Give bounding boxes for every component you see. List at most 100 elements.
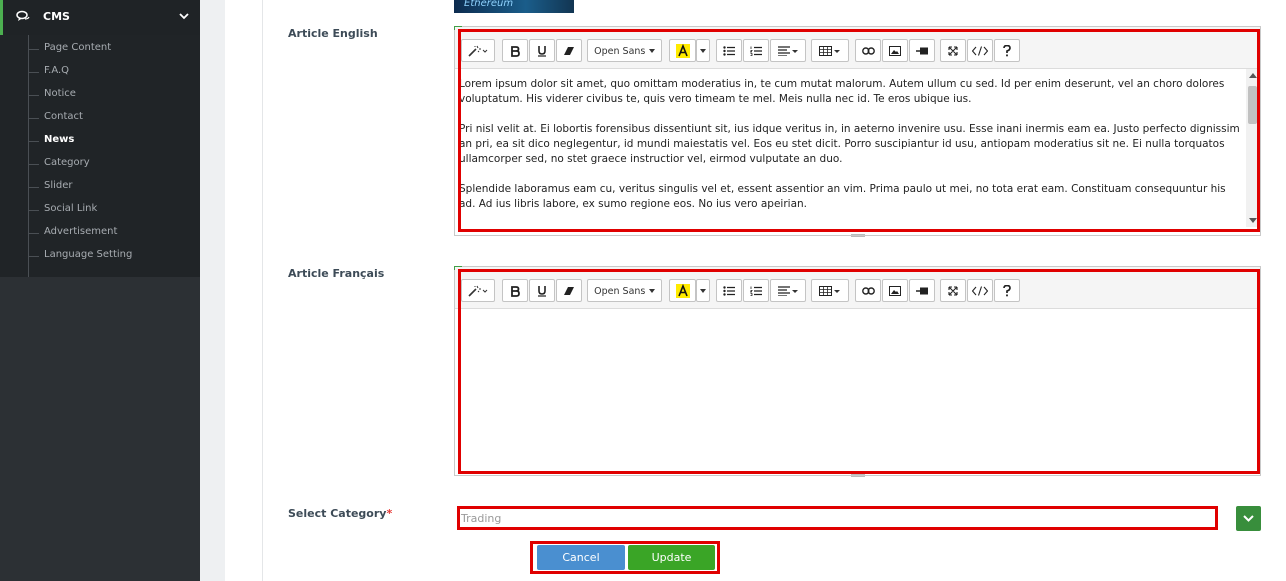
code-icon [971,46,989,56]
sidebar-item-social-link[interactable]: Social Link [29,202,199,220]
sidebar-item-label: Slider [44,180,73,191]
insert-image-button[interactable] [882,279,908,302]
code-icon [971,286,989,296]
sidebar-item-slider[interactable]: Slider [29,179,199,197]
insert-link-button[interactable] [855,279,881,302]
text-color-button[interactable] [669,279,696,302]
numbered-list-button[interactable] [743,279,769,302]
insert-link-button[interactable] [855,39,881,62]
content-paragraph: Lorem ipsum dolor sit amet, quo omittam … [459,78,1225,105]
align-left-icon [778,286,798,297]
sidebar-item-advertisement[interactable]: Advertisement [29,225,199,243]
bold-button[interactable] [502,279,528,302]
bullet-list-button[interactable] [716,39,742,62]
sidebar-item-label: Social Link [44,203,98,214]
category-dropdown-toggle[interactable] [1236,506,1261,531]
sidebar-section-cms[interactable]: CMS [0,0,200,35]
caret-down-icon [700,49,706,53]
video-icon [916,47,928,55]
article-french-editor: Open Sans [454,266,1261,477]
magic-wand-icon [468,285,488,297]
help-button[interactable] [994,39,1020,62]
caret-down-icon [700,289,706,293]
eraser-icon [564,47,574,55]
editor-toolbar: Open Sans [455,27,1260,69]
fullscreen-button[interactable] [940,279,966,302]
resize-grip-icon[interactable] [851,234,865,237]
scroll-down-arrow-icon[interactable] [1249,218,1257,223]
sidebar-item-notice[interactable]: Notice [29,87,199,105]
sidebar-item-label: Page Content [44,42,112,53]
sidebar-item-page-content[interactable]: Page Content [29,41,199,59]
bold-button[interactable] [502,39,528,62]
update-button[interactable]: Update [628,545,715,570]
scroll-thumb[interactable] [1248,86,1257,124]
sidebar-item-faq[interactable]: F.A.Q [29,64,199,82]
magic-style-button[interactable] [461,279,495,302]
article-english-content[interactable]: Lorem ipsum dolor sit amet, quo omittam … [459,77,1244,227]
underline-button[interactable] [529,279,555,302]
paragraph-align-dropdown[interactable] [770,39,806,62]
sidebar-item-label: Category [44,157,90,168]
image-icon [889,46,901,56]
font-family-dropdown[interactable]: Open Sans [587,39,662,62]
help-button[interactable] [994,279,1020,302]
text-color-button[interactable] [669,39,696,62]
sidebar-item-label: News [44,134,75,145]
sidebar-item-language-setting[interactable]: Language Setting [29,248,199,266]
article-french-content[interactable] [459,317,1244,467]
code-view-button[interactable] [967,39,993,62]
text-color-icon [675,43,690,58]
sidebar-item-category[interactable]: Category [29,156,199,174]
cancel-button[interactable]: Cancel [537,545,625,570]
magic-wand-icon [468,45,488,57]
paragraph-align-dropdown[interactable] [770,279,806,302]
underline-icon [538,286,546,297]
chevron-down-icon[interactable] [179,11,189,21]
caret-down-icon [648,49,655,53]
editor-scrollbar[interactable] [1246,69,1259,227]
sidebar-item-news[interactable]: News [29,133,199,151]
category-select[interactable]: Trading [457,506,1232,531]
scroll-up-arrow-icon[interactable] [1249,73,1257,78]
font-family-value: Open Sans [594,46,646,57]
tree-tick [29,164,39,165]
insert-table-dropdown[interactable] [811,39,849,62]
article-french-label: Article Français [288,267,385,280]
fullscreen-button[interactable] [940,39,966,62]
link-icon [861,47,875,55]
content-paragraph: Pri nisl velit at. Ei lobortis forensibu… [459,123,1240,165]
caret-down-icon [648,289,655,293]
image-icon [889,286,901,296]
numbered-list-icon [749,286,762,296]
tree-tick [29,72,39,73]
resize-grip-icon[interactable] [851,474,865,477]
magic-style-button[interactable] [461,39,495,62]
insert-image-button[interactable] [882,39,908,62]
article-english-label: Article English [288,27,378,40]
underline-button[interactable] [529,39,555,62]
eraser-icon [564,287,574,295]
text-color-dropdown[interactable] [696,39,710,62]
insert-table-dropdown[interactable] [811,279,849,302]
table-icon [819,46,840,56]
select-category-label: Select Category* [288,507,392,520]
code-view-button[interactable] [967,279,993,302]
chevron-down-icon [1243,515,1254,522]
image-caption: Ethereum [464,0,514,9]
fullscreen-icon [948,46,958,56]
font-family-value: Open Sans [594,286,646,297]
clear-format-button[interactable] [556,279,582,302]
sidebar-item-label: Contact [44,111,83,122]
insert-video-button[interactable] [909,279,935,302]
bullet-list-button[interactable] [716,279,742,302]
text-color-dropdown[interactable] [696,279,710,302]
numbered-list-icon [749,46,762,56]
insert-video-button[interactable] [909,39,935,62]
font-family-dropdown[interactable]: Open Sans [587,279,662,302]
sidebar-item-contact[interactable]: Contact [29,110,199,128]
numbered-list-button[interactable] [743,39,769,62]
sidebar-item-label: Notice [44,88,76,99]
link-icon [861,287,875,295]
clear-format-button[interactable] [556,39,582,62]
